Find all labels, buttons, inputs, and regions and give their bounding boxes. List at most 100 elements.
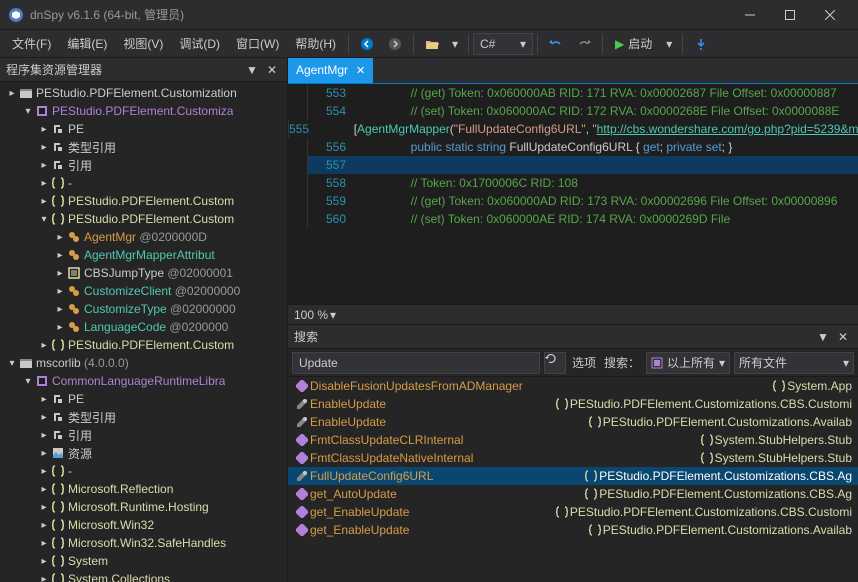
menu-window[interactable]: 窗口(W): [228, 31, 287, 56]
search-result-row[interactable]: FullUpdateConfig6URLPEStudio.PDFElement.…: [288, 467, 858, 485]
search-options-label[interactable]: 选项: [570, 354, 598, 371]
code-line[interactable]: 559 // (get) Token: 0x060000AD RID: 173 …: [288, 192, 858, 210]
tree-node[interactable]: ▸PE: [0, 120, 287, 138]
tree-toggle-icon[interactable]: ▸: [38, 160, 50, 171]
open-button[interactable]: [420, 33, 444, 55]
tree-node[interactable]: ▸CBSJumpType @02000001: [0, 264, 287, 282]
search-result-row[interactable]: get_EnableUpdatePEStudio.PDFElement.Cust…: [288, 503, 858, 521]
tree-node[interactable]: ▸PEStudio.PDFElement.Customization: [0, 84, 287, 102]
assembly-tree[interactable]: ▸PEStudio.PDFElement.Customization▾PEStu…: [0, 82, 287, 582]
tree-node[interactable]: ▸LanguageCode @0200000: [0, 318, 287, 336]
tree-node[interactable]: ▸-: [0, 174, 287, 192]
search-panel-dropdown-button[interactable]: ▼: [814, 328, 832, 346]
tree-node[interactable]: ▸引用: [0, 426, 287, 444]
tree-node[interactable]: ▸CustomizeClient @02000000: [0, 282, 287, 300]
tree-toggle-icon[interactable]: ▸: [38, 412, 50, 423]
code-line[interactable]: 558 // Token: 0x1700006C RID: 108: [288, 174, 858, 192]
menu-debug[interactable]: 调试(D): [171, 31, 228, 56]
code-editor[interactable]: 553 // (get) Token: 0x060000AB RID: 171 …: [288, 84, 858, 304]
code-line[interactable]: 556 public static string FullUpdateConfi…: [288, 138, 858, 156]
language-combo[interactable]: C#▾: [473, 33, 533, 55]
tree-toggle-icon[interactable]: ▸: [54, 304, 66, 315]
tab-agentmgr[interactable]: AgentMgr ✕: [288, 58, 373, 83]
tree-toggle-icon[interactable]: ▸: [38, 484, 50, 495]
tree-node[interactable]: ▸Microsoft.Win32: [0, 516, 287, 534]
search-result-row[interactable]: FmtClassUpdateNativeInternalSystem.StubH…: [288, 449, 858, 467]
code-line[interactable]: 553 // (get) Token: 0x060000AB RID: 171 …: [288, 84, 858, 102]
zoom-dropdown[interactable]: ▾: [330, 308, 336, 322]
tree-toggle-icon[interactable]: ▸: [54, 232, 66, 243]
tree-toggle-icon[interactable]: ▸: [38, 502, 50, 513]
tree-toggle-icon[interactable]: ▸: [38, 538, 50, 549]
redo-button[interactable]: [572, 33, 596, 55]
tree-node[interactable]: ▸Microsoft.Reflection: [0, 480, 287, 498]
search-files-combo[interactable]: 所有文件▾: [734, 352, 854, 374]
search-results[interactable]: DisableFusionUpdatesFromADManagerSystem.…: [288, 377, 858, 582]
search-result-row[interactable]: get_AutoUpdatePEStudio.PDFElement.Custom…: [288, 485, 858, 503]
search-refresh-button[interactable]: [544, 352, 566, 374]
tree-toggle-icon[interactable]: ▾: [22, 376, 34, 387]
tree-toggle-icon[interactable]: ▸: [54, 322, 66, 333]
nav-forward-button[interactable]: [383, 33, 407, 55]
tree-node[interactable]: ▸System.Collections: [0, 570, 287, 582]
nav-back-button[interactable]: [355, 33, 379, 55]
tree-toggle-icon[interactable]: ▸: [38, 574, 50, 582]
search-result-row[interactable]: EnableUpdatePEStudio.PDFElement.Customiz…: [288, 413, 858, 431]
tree-node[interactable]: ▸类型引用: [0, 138, 287, 156]
code-line[interactable]: 554 // (set) Token: 0x060000AC RID: 172 …: [288, 102, 858, 120]
tree-toggle-icon[interactable]: ▾: [22, 106, 34, 117]
tree-node[interactable]: ▸PEStudio.PDFElement.Custom: [0, 192, 287, 210]
tree-toggle-icon[interactable]: ▸: [38, 178, 50, 189]
tree-toggle-icon[interactable]: ▸: [54, 250, 66, 261]
search-result-row[interactable]: DisableFusionUpdatesFromADManagerSystem.…: [288, 377, 858, 395]
tree-node[interactable]: ▸Microsoft.Runtime.Hosting: [0, 498, 287, 516]
run-button[interactable]: ▶启动: [607, 33, 660, 55]
menu-help[interactable]: 帮助(H): [287, 31, 344, 56]
maximize-button[interactable]: [770, 1, 810, 29]
tree-node[interactable]: ▸引用: [0, 156, 287, 174]
tree-toggle-icon[interactable]: ▸: [38, 340, 50, 351]
tree-node[interactable]: ▸AgentMgr @0200000D: [0, 228, 287, 246]
tree-toggle-icon[interactable]: ▸: [54, 286, 66, 297]
search-scope-combo[interactable]: 以上所有▾: [646, 352, 730, 374]
search-panel-close-button[interactable]: ✕: [834, 328, 852, 346]
tree-toggle-icon[interactable]: ▸: [6, 88, 18, 99]
tree-toggle-icon[interactable]: ▸: [38, 394, 50, 405]
run-dropdown[interactable]: ▾: [662, 33, 676, 55]
tree-node[interactable]: ▸System: [0, 552, 287, 570]
menu-edit[interactable]: 编辑(E): [59, 31, 115, 56]
panel-close-button[interactable]: ✕: [263, 61, 281, 79]
search-result-row[interactable]: EnableUpdatePEStudio.PDFElement.Customiz…: [288, 395, 858, 413]
undo-button[interactable]: [544, 33, 568, 55]
code-line[interactable]: 560 // (set) Token: 0x060000AE RID: 174 …: [288, 210, 858, 228]
tree-node[interactable]: ▸PE: [0, 390, 287, 408]
minimize-button[interactable]: [730, 1, 770, 29]
code-line[interactable]: 555 [AgentMgrMapper("FullUpdateConfig6UR…: [288, 120, 858, 138]
tree-node[interactable]: ▾PEStudio.PDFElement.Custom: [0, 210, 287, 228]
tree-node[interactable]: ▾PEStudio.PDFElement.Customiza: [0, 102, 287, 120]
tree-node[interactable]: ▸类型引用: [0, 408, 287, 426]
tree-node[interactable]: ▸资源: [0, 444, 287, 462]
search-result-row[interactable]: FmtClassUpdateCLRInternalSystem.StubHelp…: [288, 431, 858, 449]
menu-file[interactable]: 文件(F): [4, 31, 59, 56]
tree-toggle-icon[interactable]: ▸: [54, 268, 66, 279]
tree-node[interactable]: ▸CustomizeType @02000000: [0, 300, 287, 318]
tree-node[interactable]: ▸AgentMgrMapperAttribut: [0, 246, 287, 264]
close-button[interactable]: [810, 1, 850, 29]
tree-toggle-icon[interactable]: ▾: [6, 358, 18, 369]
tree-toggle-icon[interactable]: ▸: [38, 466, 50, 477]
tree-node[interactable]: ▾mscorlib (4.0.0.0): [0, 354, 287, 372]
search-result-row[interactable]: get_EnableUpdatePEStudio.PDFElement.Cust…: [288, 521, 858, 539]
tree-node[interactable]: ▸PEStudio.PDFElement.Custom: [0, 336, 287, 354]
panel-dropdown-button[interactable]: ▼: [243, 61, 261, 79]
tree-node[interactable]: ▾CommonLanguageRuntimeLibra: [0, 372, 287, 390]
tree-toggle-icon[interactable]: ▾: [38, 214, 50, 225]
tab-close-button[interactable]: ✕: [356, 64, 365, 77]
search-input[interactable]: [292, 352, 540, 374]
tree-toggle-icon[interactable]: ▸: [38, 430, 50, 441]
tree-toggle-icon[interactable]: ▸: [38, 124, 50, 135]
tree-toggle-icon[interactable]: ▸: [38, 448, 50, 459]
tree-node[interactable]: ▸Microsoft.Win32.SafeHandles: [0, 534, 287, 552]
tree-node[interactable]: ▸-: [0, 462, 287, 480]
tree-toggle-icon[interactable]: ▸: [38, 520, 50, 531]
